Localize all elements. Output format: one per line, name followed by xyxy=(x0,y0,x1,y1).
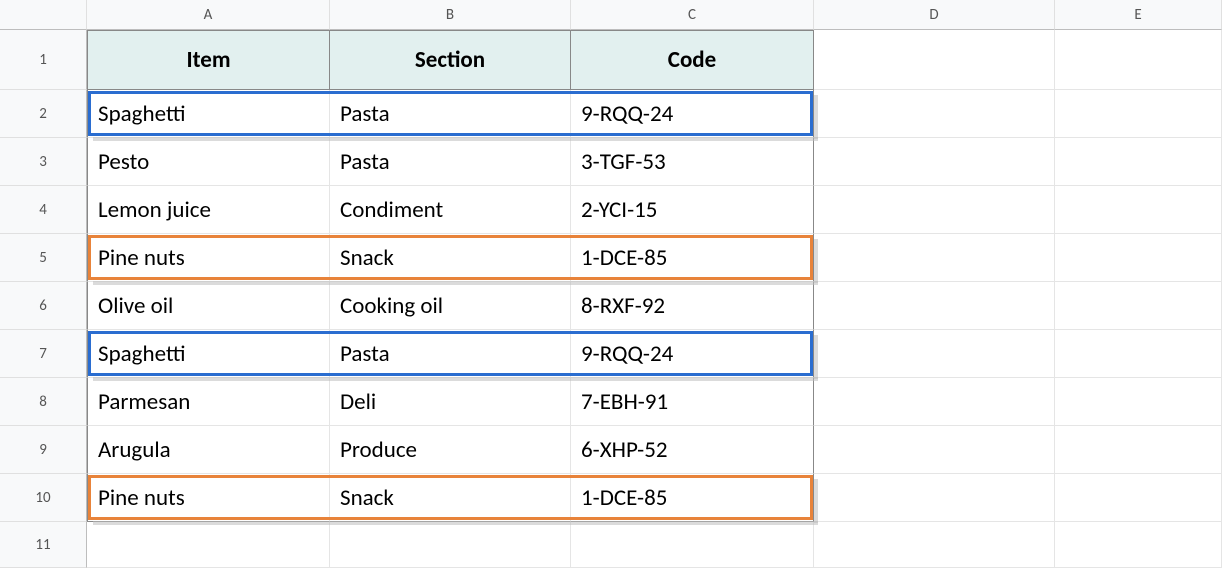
table-cell[interactable]: Snack xyxy=(330,234,571,282)
table-cell[interactable]: Pesto xyxy=(87,138,330,186)
row-header-5[interactable]: 5 xyxy=(0,234,87,282)
table-cell[interactable]: 1-DCE-85 xyxy=(571,234,814,282)
empty-cell[interactable] xyxy=(814,282,1055,330)
col-header-a[interactable]: A xyxy=(87,0,330,30)
spreadsheet[interactable]: A B C D E 1234567891011 ItemSectionCode S… xyxy=(0,0,1222,572)
empty-cell[interactable] xyxy=(814,378,1055,426)
table-cell[interactable]: Cooking oil xyxy=(330,282,571,330)
table-cell[interactable]: Snack xyxy=(330,474,571,522)
empty-cell[interactable] xyxy=(1055,282,1222,330)
row-header-8[interactable]: 8 xyxy=(0,378,87,426)
table-cell[interactable]: Pasta xyxy=(330,138,571,186)
table-cell[interactable]: 3-TGF-53 xyxy=(571,138,814,186)
corner-cell[interactable] xyxy=(0,0,87,30)
empty-cell[interactable] xyxy=(814,186,1055,234)
empty-cell[interactable] xyxy=(814,474,1055,522)
empty-cell[interactable] xyxy=(330,522,571,568)
row-header-11[interactable]: 11 xyxy=(0,522,87,568)
empty-cell[interactable] xyxy=(1055,30,1222,90)
empty-cell[interactable] xyxy=(814,234,1055,282)
table-cell[interactable]: Parmesan xyxy=(87,378,330,426)
row-header-9[interactable]: 9 xyxy=(0,426,87,474)
empty-cell[interactable] xyxy=(1055,426,1222,474)
col-header-b[interactable]: B xyxy=(330,0,571,30)
empty-cell[interactable] xyxy=(814,138,1055,186)
empty-cell[interactable] xyxy=(814,426,1055,474)
empty-cell[interactable] xyxy=(814,522,1055,568)
empty-cell[interactable] xyxy=(814,330,1055,378)
empty-cell[interactable] xyxy=(87,522,330,568)
empty-cell[interactable] xyxy=(1055,186,1222,234)
table-cell[interactable]: 1-DCE-85 xyxy=(571,474,814,522)
col-header-e[interactable]: E xyxy=(1055,0,1222,30)
row-header-1[interactable]: 1 xyxy=(0,30,87,90)
table-cell[interactable]: Spaghetti xyxy=(87,330,330,378)
empty-cell[interactable] xyxy=(814,90,1055,138)
empty-cell[interactable] xyxy=(1055,522,1222,568)
row-header-3[interactable]: 3 xyxy=(0,138,87,186)
row-header-7[interactable]: 7 xyxy=(0,330,87,378)
row-header-2[interactable]: 2 xyxy=(0,90,87,138)
table-cell[interactable]: Lemon juice xyxy=(87,186,330,234)
table-cell[interactable]: 9-RQQ-24 xyxy=(571,90,814,138)
empty-cell[interactable] xyxy=(1055,234,1222,282)
empty-cell[interactable] xyxy=(571,522,814,568)
header-cell[interactable]: Code xyxy=(571,30,814,90)
empty-cell[interactable] xyxy=(814,30,1055,90)
cells-area: ItemSectionCodeSpaghettiPasta9-RQQ-24Pes… xyxy=(87,30,1222,568)
column-headers: A B C D E xyxy=(0,0,1222,30)
row-headers: 1234567891011 xyxy=(0,30,87,568)
table-cell[interactable]: 7-EBH-91 xyxy=(571,378,814,426)
table-cell[interactable]: Spaghetti xyxy=(87,90,330,138)
table-cell[interactable]: 6-XHP-52 xyxy=(571,426,814,474)
empty-cell[interactable] xyxy=(1055,90,1222,138)
empty-cell[interactable] xyxy=(1055,474,1222,522)
table-cell[interactable]: Condiment xyxy=(330,186,571,234)
empty-cell[interactable] xyxy=(1055,330,1222,378)
row-header-6[interactable]: 6 xyxy=(0,282,87,330)
col-header-d[interactable]: D xyxy=(814,0,1055,30)
table-cell[interactable]: 2-YCI-15 xyxy=(571,186,814,234)
table-cell[interactable]: 8-RXF-92 xyxy=(571,282,814,330)
table-cell[interactable]: Pasta xyxy=(330,330,571,378)
header-cell[interactable]: Item xyxy=(87,30,330,90)
row-header-4[interactable]: 4 xyxy=(0,186,87,234)
table-cell[interactable]: Olive oil xyxy=(87,282,330,330)
header-cell[interactable]: Section xyxy=(330,30,571,90)
table-cell[interactable]: 9-RQQ-24 xyxy=(571,330,814,378)
empty-cell[interactable] xyxy=(1055,378,1222,426)
table-cell[interactable]: Deli xyxy=(330,378,571,426)
table-cell[interactable]: Pine nuts xyxy=(87,474,330,522)
row-header-10[interactable]: 10 xyxy=(0,474,87,522)
table-cell[interactable]: Arugula xyxy=(87,426,330,474)
empty-cell[interactable] xyxy=(1055,138,1222,186)
col-header-c[interactable]: C xyxy=(571,0,814,30)
table-cell[interactable]: Pasta xyxy=(330,90,571,138)
table-cell[interactable]: Pine nuts xyxy=(87,234,330,282)
table-cell[interactable]: Produce xyxy=(330,426,571,474)
